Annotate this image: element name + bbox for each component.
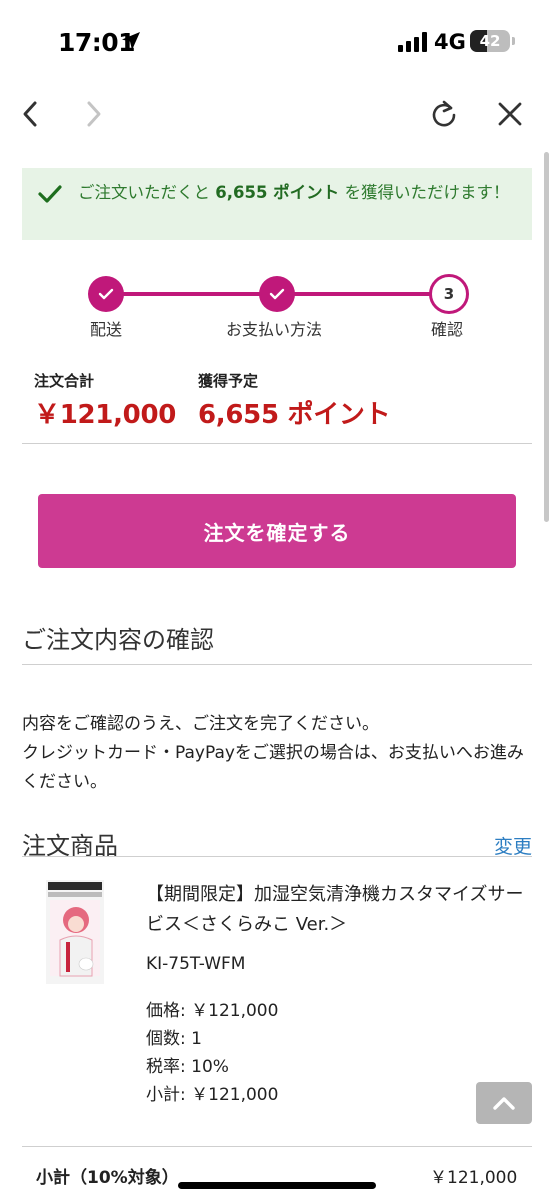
product-code: KI-75T-WFM xyxy=(146,954,246,974)
status-bar: 17:01 4G 42 xyxy=(0,0,554,86)
step-3-label: 確認 xyxy=(431,320,464,339)
step-1-circle xyxy=(88,276,124,312)
banner-points: 6,655 ポイント xyxy=(215,183,340,202)
page-scrollbar[interactable] xyxy=(544,152,549,522)
home-indicator[interactable] xyxy=(178,1182,376,1189)
step-1-label: 配送 xyxy=(90,320,123,339)
scroll-to-top-button[interactable] xyxy=(476,1082,532,1124)
check-icon xyxy=(98,288,114,300)
subtotal-value: ￥121,000 xyxy=(430,1168,518,1188)
confirm-description-line2: クレジットカード・PayPayをご選択の場合は、お支払いへお進みください。 xyxy=(22,743,524,792)
banner-text-before: ご注文いただくと xyxy=(78,183,210,202)
product-name[interactable]: 【期間限定】加湿空気清浄機カスタマイズサービス＜さくらみこ Ver.＞ xyxy=(146,880,536,940)
product-price: 価格: ￥121,000 xyxy=(146,1001,279,1021)
check-icon xyxy=(38,185,62,203)
chevron-up-icon xyxy=(493,1097,515,1110)
confirm-section-title: ご注文内容の確認 xyxy=(22,626,214,654)
close-button[interactable] xyxy=(490,94,530,134)
points-banner-text: ご注文いただくと 6,655 ポイント を獲得いただけます！ xyxy=(78,181,518,205)
products-section-divider xyxy=(22,856,532,857)
change-products-link[interactable]: 変更 xyxy=(494,832,532,859)
close-icon xyxy=(498,102,522,126)
step-2-circle xyxy=(259,276,295,312)
back-button[interactable] xyxy=(10,94,50,134)
order-total-value: ￥121,000 xyxy=(34,400,177,430)
battery-percent: 42 xyxy=(479,32,501,50)
product-thumbnail[interactable] xyxy=(46,880,104,984)
points-label: 獲得予定 xyxy=(198,372,259,390)
points-banner: ご注文いただくと 6,655 ポイント を獲得いただけます！ xyxy=(22,168,532,240)
confirm-order-button[interactable]: 注文を確定する xyxy=(38,494,516,568)
chevron-left-icon xyxy=(23,101,37,127)
battery-tip xyxy=(512,37,515,45)
subtotal-divider xyxy=(22,1146,532,1147)
product-subtotal: 小計: ￥121,000 xyxy=(146,1085,279,1105)
points-value: 6,655 ポイント xyxy=(198,400,391,430)
check-icon xyxy=(269,288,285,300)
signal-bars-icon xyxy=(398,32,427,52)
subtotal-label: 小計（10%対象） xyxy=(36,1168,179,1188)
product-quantity: 個数: 1 xyxy=(146,1029,202,1049)
banner-text-after: を獲得いただけます！ xyxy=(344,183,510,202)
location-arrow-icon xyxy=(122,32,140,50)
reload-icon xyxy=(432,100,456,127)
confirm-section-divider xyxy=(22,664,532,665)
chevron-right-icon xyxy=(87,101,101,127)
step-2-label: お支払い方法 xyxy=(226,320,323,339)
forward-button[interactable] xyxy=(74,94,114,134)
network-type: 4G xyxy=(434,30,466,54)
battery-icon: 42 xyxy=(470,30,510,52)
order-total-label: 注文合計 xyxy=(34,372,95,390)
summary-divider xyxy=(22,443,532,444)
product-tax-rate: 税率: 10% xyxy=(146,1057,229,1077)
step-3-circle: 3 xyxy=(429,274,469,314)
confirm-description: 内容をご確認のうえ、ご注文を完了ください。 クレジットカード・PayPayをご選… xyxy=(22,710,532,797)
confirm-description-line1: 内容をご確認のうえ、ご注文を完了ください。 xyxy=(22,714,379,734)
step-3-number: 3 xyxy=(443,285,455,303)
reload-button[interactable] xyxy=(424,94,464,134)
